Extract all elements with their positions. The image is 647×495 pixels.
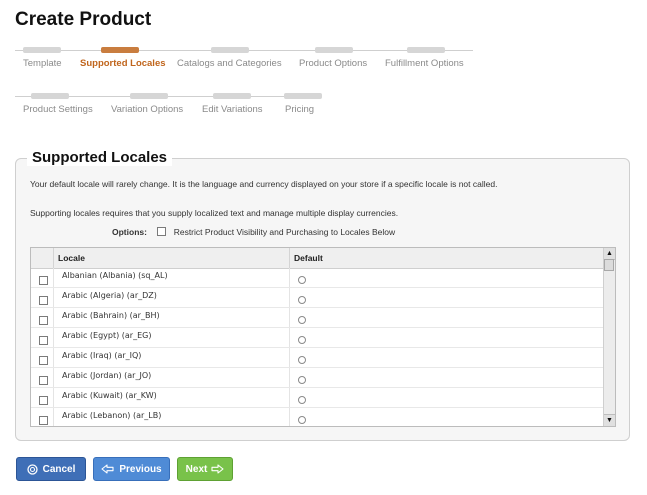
next-label: Next xyxy=(185,463,208,475)
column-header-default[interactable]: Default xyxy=(294,253,323,263)
intro-text-supporting-locales: Supporting locales requires that you sup… xyxy=(30,208,399,218)
locale-checkbox[interactable] xyxy=(39,396,48,405)
column-divider xyxy=(53,248,54,268)
page-title: Create Product xyxy=(15,9,152,30)
locale-checkbox[interactable] xyxy=(39,416,48,425)
previous-button[interactable]: Previous xyxy=(93,457,170,481)
wizard-step-label: Fulfillment Options xyxy=(385,58,464,69)
wizard-step-indicator xyxy=(23,47,61,53)
default-locale-radio[interactable] xyxy=(298,316,306,324)
locale-name: Arabic (Lebanon) (ar_LB) xyxy=(62,411,162,420)
column-divider xyxy=(289,268,290,287)
wizard-steps-row-2: Product Settings Variation Options Edit Va… xyxy=(15,93,322,123)
default-locale-radio[interactable] xyxy=(298,356,306,364)
locale-checkbox[interactable] xyxy=(39,276,48,285)
column-divider xyxy=(53,368,54,387)
restrict-visibility-label: Restrict Product Visibility and Purchasi… xyxy=(173,227,396,237)
default-locale-radio[interactable] xyxy=(298,376,306,384)
default-locale-radio[interactable] xyxy=(298,416,306,424)
locale-name: Arabic (Egypt) (ar_EG) xyxy=(62,331,152,340)
wizard-step-label: Variation Options xyxy=(111,104,184,115)
default-locale-radio[interactable] xyxy=(298,296,306,304)
wizard-step-label: Product Settings xyxy=(23,104,93,115)
default-locale-radio[interactable] xyxy=(298,276,306,284)
table-scrollbar[interactable]: ▲ ▼ xyxy=(603,248,615,426)
column-divider xyxy=(53,288,54,307)
wizard-step-indicator xyxy=(101,47,139,53)
column-divider xyxy=(53,308,54,327)
column-divider xyxy=(53,348,54,367)
default-locale-radio[interactable] xyxy=(298,336,306,344)
locale-name: Arabic (Jordan) (ar_JO) xyxy=(62,371,152,380)
column-divider xyxy=(289,308,290,327)
wizard-step-indicator xyxy=(407,47,445,53)
panel-title: Supported Locales xyxy=(27,149,173,166)
wizard-step-indicator xyxy=(213,93,251,99)
locale-row[interactable]: Albanian (Albania) (sq_AL) xyxy=(31,268,605,288)
column-divider xyxy=(53,408,54,426)
column-divider xyxy=(289,328,290,347)
locale-name: Arabic (Kuwait) (ar_KW) xyxy=(62,391,157,400)
wizard-step-indicator xyxy=(315,47,353,53)
locale-checkbox[interactable] xyxy=(39,316,48,325)
wizard-steps-row-1: Template Supported Locales Catalogs and Ca… xyxy=(15,47,475,77)
locale-row[interactable]: Arabic (Algeria) (ar_DZ) xyxy=(31,288,605,308)
cancel-button[interactable]: Cancel xyxy=(16,457,86,481)
column-divider xyxy=(289,368,290,387)
wizard-step-label: Edit Variations xyxy=(202,104,263,115)
locale-name: Arabic (Algeria) (ar_DZ) xyxy=(62,291,157,300)
locale-table: Locale Default Albanian (Albania) (sq_AL… xyxy=(30,247,616,427)
locale-row[interactable]: Arabic (Kuwait) (ar_KW) xyxy=(31,388,605,408)
locale-row[interactable]: Arabic (Jordan) (ar_JO) xyxy=(31,368,605,388)
table-body: Albanian (Albania) (sq_AL) Arabic (Algeri… xyxy=(31,268,605,426)
column-divider xyxy=(289,408,290,426)
intro-text-default-locale: Your default locale will rarely change. … xyxy=(30,179,498,189)
wizard-step-label: Pricing xyxy=(285,104,315,115)
scroll-thumb[interactable] xyxy=(604,259,614,271)
restrict-visibility-checkbox[interactable] xyxy=(157,227,167,236)
arrow-left-icon xyxy=(101,464,114,474)
table-header: Locale Default xyxy=(31,248,605,269)
locale-checkbox[interactable] xyxy=(39,296,48,305)
scroll-down-button[interactable]: ▼ xyxy=(604,414,615,426)
column-divider xyxy=(289,288,290,307)
column-divider xyxy=(53,328,54,347)
options-label: Options: xyxy=(112,227,147,237)
locale-name: Albanian (Albania) (sq_AL) xyxy=(62,271,168,280)
next-button[interactable]: Next xyxy=(177,457,233,481)
locale-row[interactable]: Arabic (Iraq) (ar_IQ) xyxy=(31,348,605,368)
locale-row[interactable]: Arabic (Egypt) (ar_EG) xyxy=(31,328,605,348)
column-header-locale[interactable]: Locale xyxy=(58,253,85,263)
wizard-step-label: Template xyxy=(23,58,62,69)
wizard-step-indicator xyxy=(211,47,249,53)
column-divider xyxy=(289,388,290,407)
wizard-step-label: Product Options xyxy=(299,58,368,69)
wizard-step-indicator xyxy=(130,93,168,99)
locale-name: Arabic (Iraq) (ar_IQ) xyxy=(62,351,142,360)
cancel-label: Cancel xyxy=(42,463,76,475)
locale-name: Arabic (Bahrain) (ar_BH) xyxy=(62,311,160,320)
wizard-step-label: Supported Locales xyxy=(80,58,166,69)
locale-checkbox[interactable] xyxy=(39,336,48,345)
wizard-step-indicator xyxy=(31,93,69,99)
wizard-step-indicator xyxy=(284,93,322,99)
column-divider xyxy=(289,248,290,268)
wizard-step-label: Catalogs and Categories xyxy=(177,58,282,69)
options-row: Options: Restrict Product Visibility and… xyxy=(112,227,395,237)
locale-checkbox[interactable] xyxy=(39,356,48,365)
locale-row[interactable]: Arabic (Bahrain) (ar_BH) xyxy=(31,308,605,328)
default-locale-radio[interactable] xyxy=(298,396,306,404)
column-divider xyxy=(53,268,54,287)
column-divider xyxy=(53,388,54,407)
previous-label: Previous xyxy=(119,463,162,475)
column-divider xyxy=(289,348,290,367)
locale-row[interactable]: Arabic (Lebanon) (ar_LB) xyxy=(31,408,605,426)
arrow-right-icon xyxy=(211,464,224,474)
locale-checkbox[interactable] xyxy=(39,376,48,385)
cancel-icon xyxy=(26,463,38,475)
